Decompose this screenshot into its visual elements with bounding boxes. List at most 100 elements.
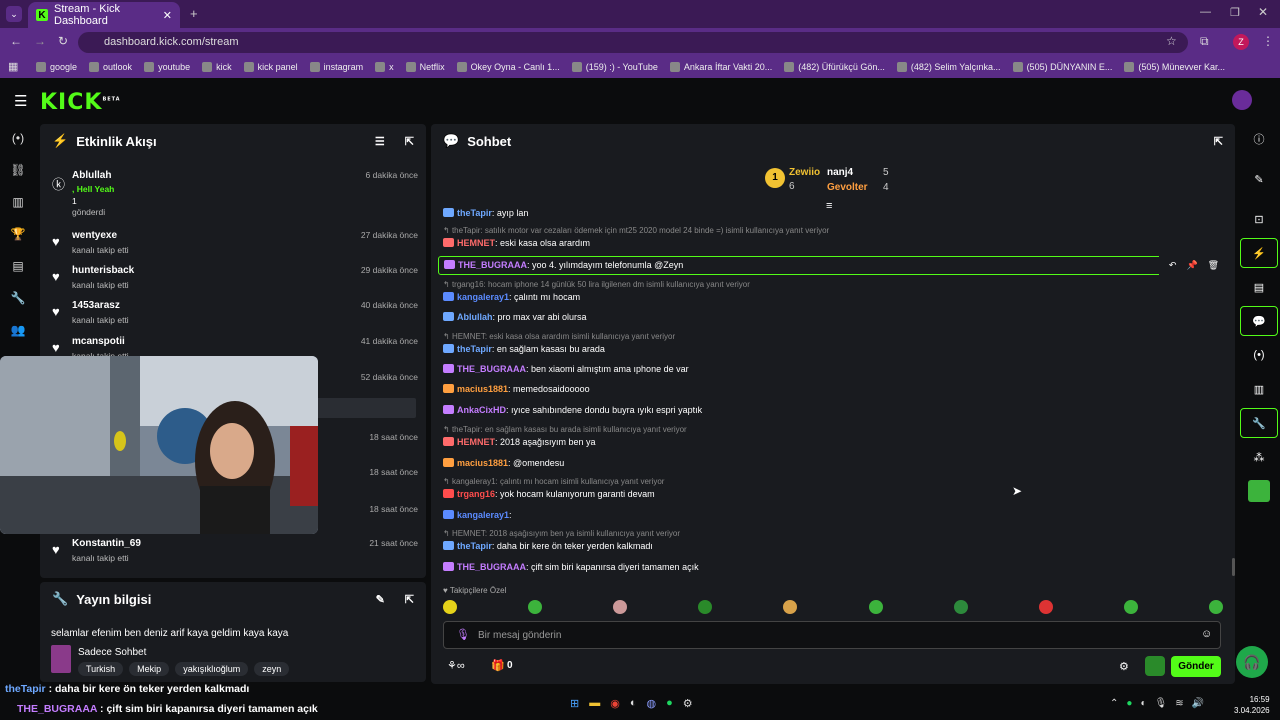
stack-icon[interactable]: ▥	[1240, 374, 1278, 404]
url-field[interactable]: dashboard.kick.com/stream	[78, 32, 1188, 53]
bookmark-item[interactable]: kick	[202, 62, 232, 72]
info-icon[interactable]: ⓘ	[1240, 124, 1278, 154]
forward-icon[interactable]: →	[34, 34, 46, 48]
activity-user[interactable]: hunterisback	[72, 265, 134, 276]
tools-toggle-icon[interactable]: 🔧	[1240, 408, 1278, 438]
chat-username[interactable]: AnkaCixHD	[457, 405, 506, 415]
selected-activity-row[interactable]	[310, 398, 416, 418]
tag-chip[interactable]: yakışıklıoğlum	[175, 662, 249, 676]
extensions-icon[interactable]: ⧉	[1200, 34, 1209, 49]
tools-icon[interactable]: 🔧	[0, 282, 36, 314]
apps-grid-icon[interactable]: ▦	[8, 60, 18, 73]
close-tab-icon[interactable]: ✕	[163, 9, 172, 22]
link-icon[interactable]: ⛓	[0, 154, 36, 186]
emote-icon[interactable]	[613, 600, 628, 614]
chat-message[interactable]: kangaleray1: çalıntı mı hocam	[443, 292, 580, 302]
chat-message[interactable]: macius1881: @omendesu	[443, 458, 564, 468]
tag-chip[interactable]: Turkish	[78, 662, 124, 676]
kick-logo[interactable]: KICKBETA	[40, 90, 121, 115]
bookmark-item[interactable]: kick panel	[243, 62, 298, 72]
emote-icon[interactable]	[953, 600, 968, 614]
chat-username[interactable]: Ablullah	[457, 312, 493, 322]
emoji-icon[interactable]: ☺	[1201, 628, 1212, 640]
settings-icon[interactable]: ⚙	[683, 697, 693, 710]
back-icon[interactable]: ←	[10, 34, 22, 48]
clips-icon[interactable]: ▤	[0, 250, 36, 282]
chat-username[interactable]: kangaleray1	[457, 292, 509, 302]
bookmark-item[interactable]: outlook	[89, 62, 132, 72]
hamburger-menu-icon[interactable]: ☰	[14, 92, 27, 110]
chat-message[interactable]: trgang16: yok hocam kulanıyorum garanti …	[443, 489, 655, 499]
pencil-icon[interactable]: ✎	[1240, 164, 1278, 194]
minimize-button[interactable]: —	[1200, 6, 1211, 18]
notes-icon[interactable]: ▤	[1240, 272, 1278, 302]
activity-user[interactable]: Konstantin_69	[72, 538, 141, 549]
broadcast-icon[interactable]: (•)	[1240, 340, 1278, 370]
bot-app-icon[interactable]	[1240, 476, 1278, 506]
chat-username[interactable]: theTapir	[457, 541, 492, 551]
discord-icon[interactable]: ◍	[646, 697, 656, 710]
profile-avatar[interactable]: Z	[1233, 34, 1249, 50]
chat-username[interactable]: macius1881	[457, 458, 508, 468]
capture-icon[interactable]: ⊡	[1240, 204, 1278, 234]
bookmark-item[interactable]: (505) Münevver Kar...	[1124, 62, 1225, 72]
file-explorer-icon[interactable]: ▬	[589, 697, 600, 710]
browser-tab[interactable]: K Stream - Kick Dashboard ✕	[28, 2, 180, 28]
chat-message[interactable]: HEMNET: 2018 aşağısıyım ben ya	[443, 437, 596, 447]
clock[interactable]: 16:59 3.04.2026	[1234, 694, 1270, 716]
activity-user[interactable]: 1453arasz	[72, 300, 120, 311]
browser-menu-icon[interactable]: ⋮	[1262, 34, 1274, 48]
chat-username[interactable]: HEMNET	[457, 437, 495, 447]
chat-message[interactable]: HEMNET: eski kasa olsa arardım	[443, 238, 590, 248]
activity-toggle-icon[interactable]: ⚡	[1240, 238, 1278, 268]
chat-username[interactable]: theTapir	[457, 344, 492, 354]
chat-message[interactable]: THE_BUGRAAA: çift sim biri kapanırsa diy…	[443, 562, 699, 572]
highlighted-chat-message[interactable]: THE_BUGRAAA: yoo 4. yılımdayım telefonum…	[438, 256, 1229, 275]
chat-username[interactable]: macius1881	[457, 384, 508, 394]
chat-message[interactable]: theTapir: en sağlam kasası bu arada	[443, 344, 605, 354]
tray-steam-icon[interactable]: ◐	[1140, 698, 1146, 709]
bookmark-star-icon[interactable]: ☆	[1166, 34, 1177, 48]
emote-icon[interactable]	[868, 600, 883, 614]
chat-message[interactable]: macius1881: memedosaidooooo	[443, 384, 590, 394]
tag-chip[interactable]: Mekip	[129, 662, 170, 676]
chat-username[interactable]: trgang16	[457, 489, 495, 499]
user-avatar[interactable]	[1232, 90, 1252, 110]
windows-start-icon[interactable]: ⊞	[570, 697, 579, 710]
stream-icon[interactable]: (•)	[0, 122, 36, 154]
chat-username[interactable]: HEMNET	[457, 238, 495, 248]
spotify-icon[interactable]: ●	[666, 697, 673, 710]
send-button[interactable]: Gönder	[1171, 656, 1221, 677]
chrome-icon[interactable]: ◉	[610, 697, 620, 710]
chat-username[interactable]: THE_BUGRAAA	[458, 260, 527, 270]
analytics-icon[interactable]: ▥	[0, 186, 36, 218]
maximize-button[interactable]: ❐	[1230, 6, 1240, 19]
pin-icon[interactable]: 📌	[1186, 260, 1197, 271]
chat-scrollbar[interactable]	[1232, 558, 1235, 576]
bookmark-item[interactable]: Okey Oyna - Canlı 1...	[456, 62, 560, 72]
activity-user[interactable]: wentyexe	[72, 230, 117, 241]
emote-icon[interactable]	[443, 600, 457, 614]
chat-toggle-icon[interactable]: 💬	[1240, 306, 1278, 336]
chat-message[interactable]: Ablullah: pro max var abi olursa	[443, 312, 587, 322]
popout-icon[interactable]: ⇱	[405, 593, 414, 606]
steam-icon[interactable]: ◐	[630, 697, 637, 710]
close-window-button[interactable]: ✕	[1258, 5, 1268, 19]
bookmark-item[interactable]: Ankara İftar Vakti 20...	[669, 62, 772, 72]
chat-message[interactable]: AnkaCixHD: ıyıce sahıbındene dondu buyra…	[443, 405, 702, 415]
chat-input-box[interactable]: 🎙 Bir mesaj gönderin ☺	[443, 621, 1221, 649]
emote-icon[interactable]	[1038, 600, 1053, 614]
emote-icon[interactable]	[1208, 600, 1223, 614]
bookmark-item[interactable]: (505) DÜNYANIN E...	[1012, 62, 1112, 72]
gift-icon[interactable]: 🎁	[491, 659, 505, 672]
activity-user[interactable]: Ablullah	[72, 170, 111, 181]
popout-icon[interactable]: ⇱	[1214, 135, 1223, 148]
category-name[interactable]: Sadece Sohbet	[78, 647, 146, 658]
tray-mic-icon[interactable]: 🎙	[1154, 698, 1167, 709]
kick-bot-icon[interactable]	[1145, 656, 1165, 676]
bookmark-item[interactable]: x	[375, 62, 394, 72]
reply-icon[interactable]: ↶	[1169, 260, 1177, 271]
emote-icon[interactable]	[698, 600, 713, 614]
tag-chip[interactable]: zeyn	[254, 662, 290, 676]
bookmark-item[interactable]: youtube	[144, 62, 190, 72]
